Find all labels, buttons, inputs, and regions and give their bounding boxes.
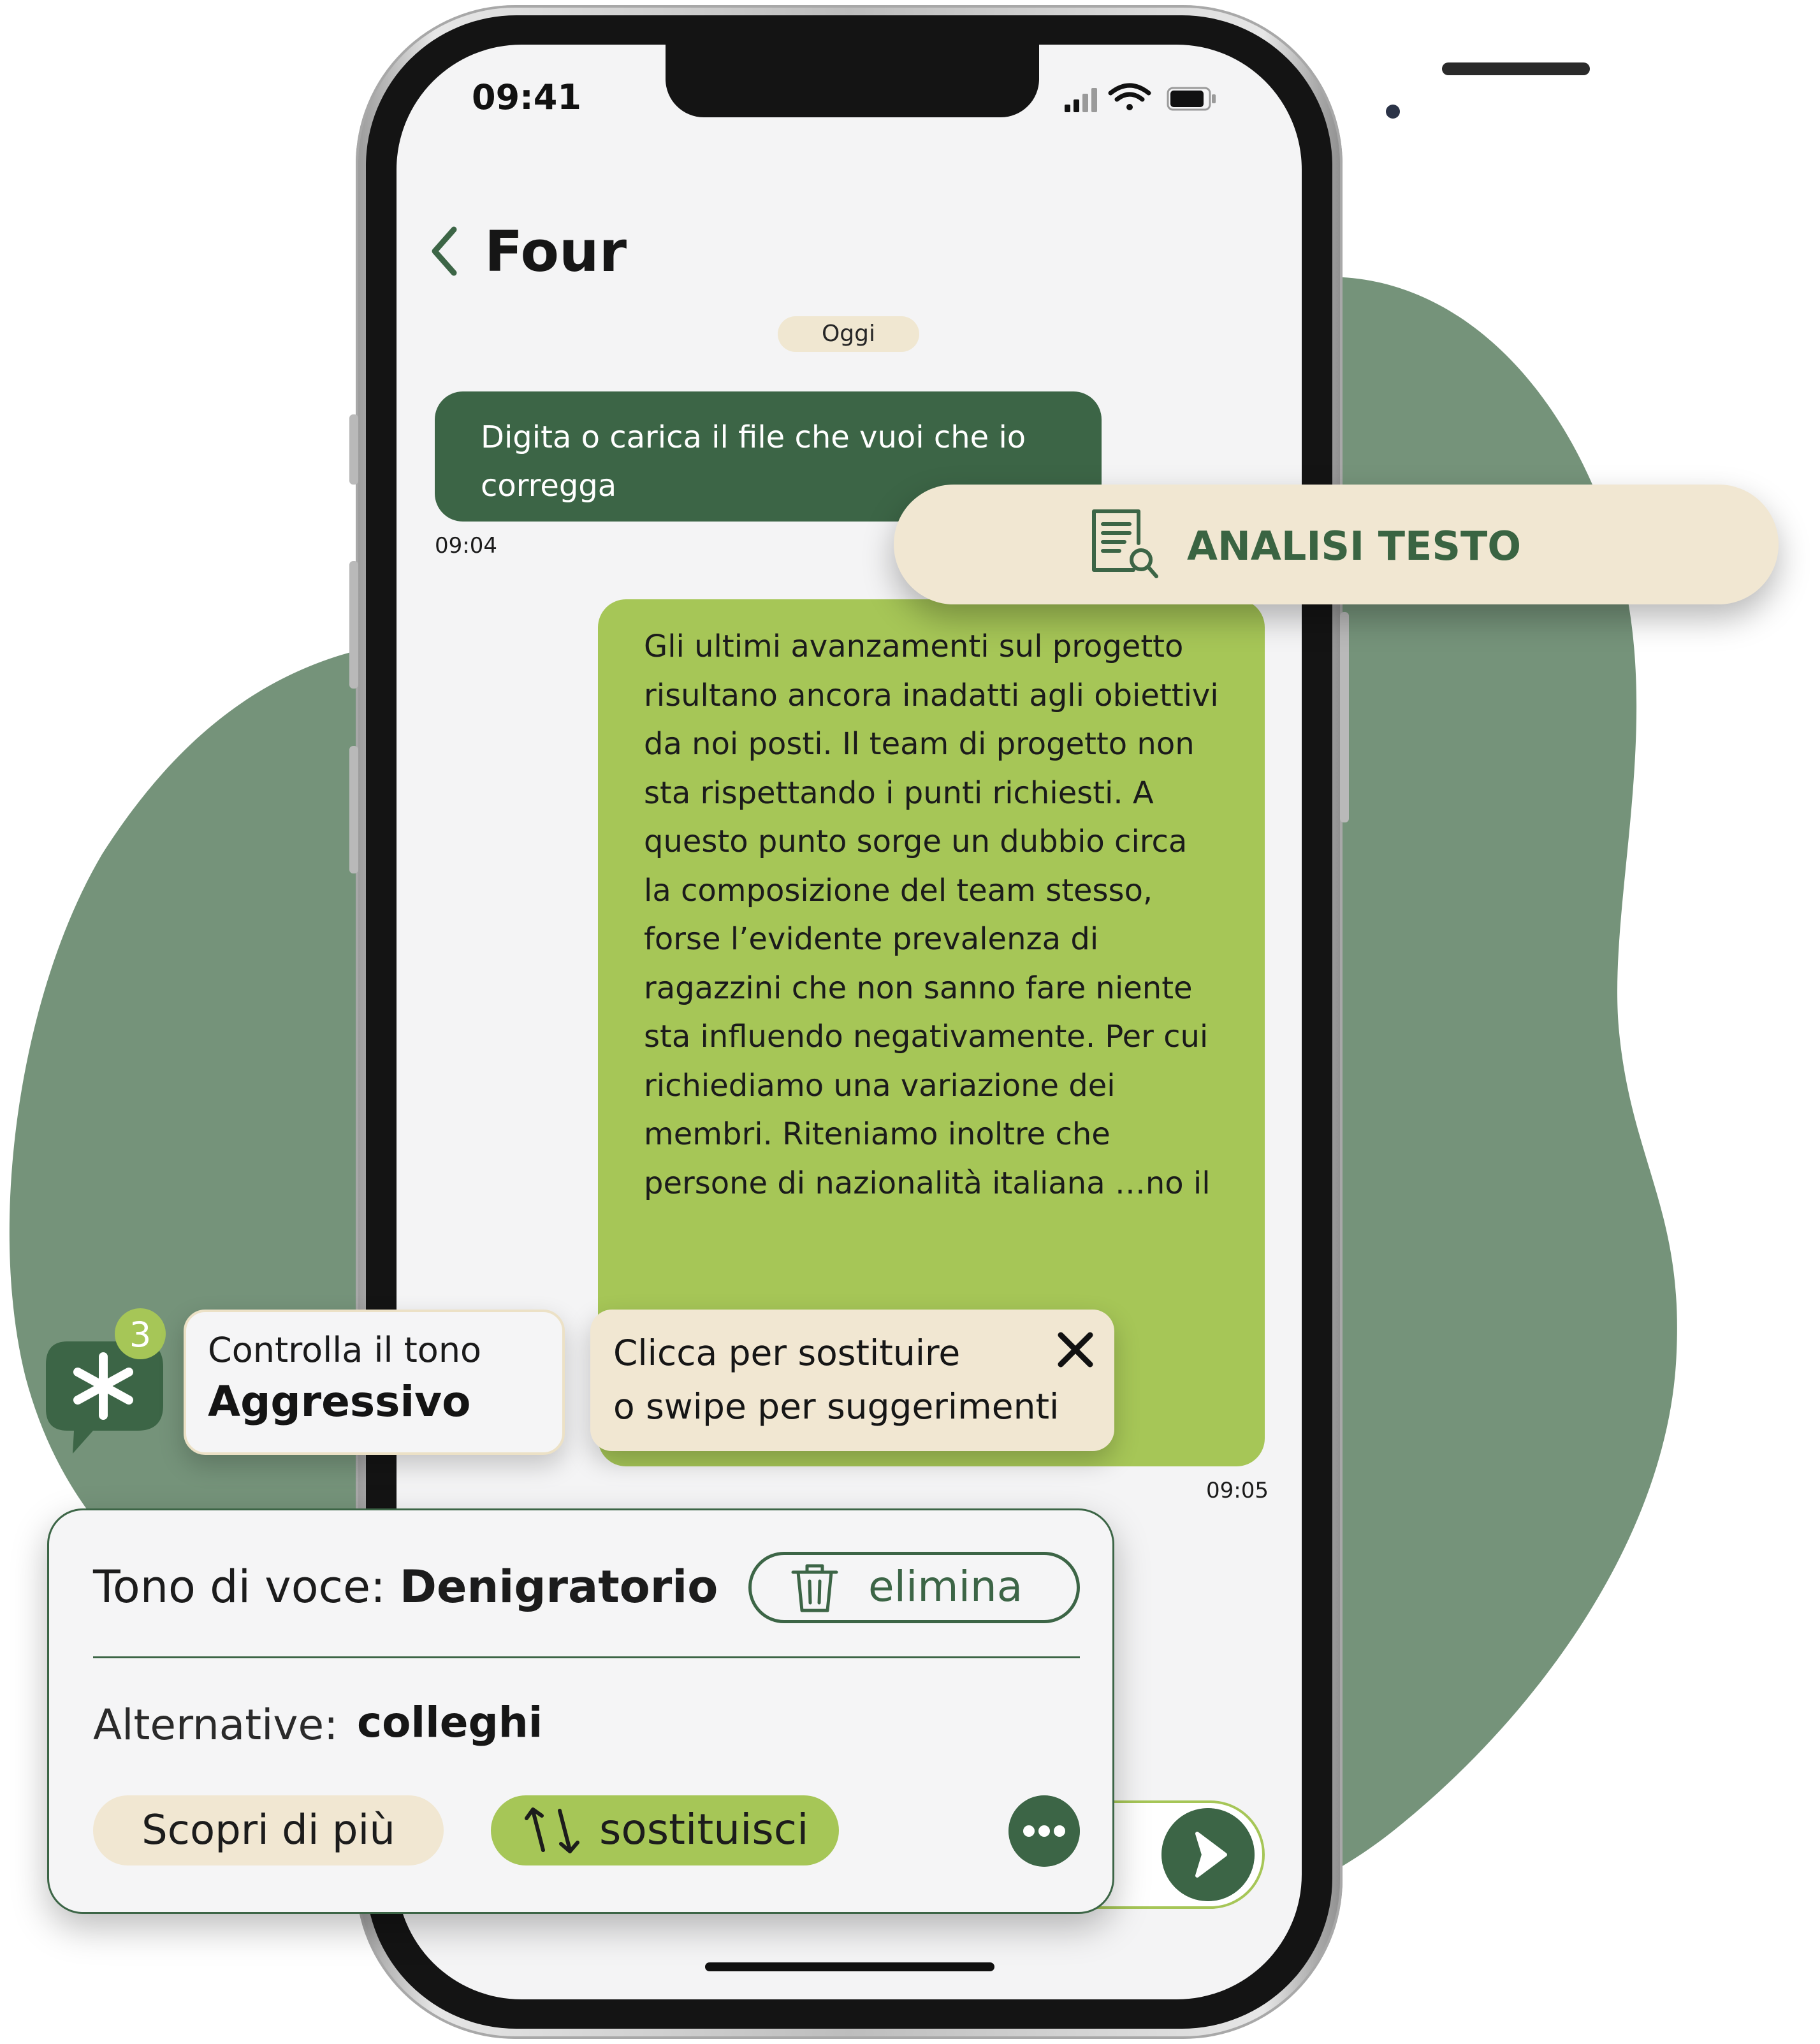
trash-icon (791, 1564, 838, 1612)
document-search-icon (1092, 509, 1158, 578)
swap-arrows-icon (525, 1807, 579, 1853)
more-options-button[interactable] (1008, 1795, 1080, 1867)
tone-badge-count: 3 (129, 1315, 151, 1355)
chat-title: Four (484, 219, 627, 284)
hint-line-2: o swipe per suggerimenti (613, 1386, 1059, 1427)
scopri-di-piu-button[interactable]: Scopri di più (93, 1795, 444, 1865)
close-icon[interactable] (1053, 1327, 1098, 1372)
outgoing-message-time: 09:05 (1206, 1478, 1269, 1503)
battery-icon (1167, 87, 1216, 111)
home-indicator[interactable] (705, 1962, 994, 1971)
earpiece-speaker (1442, 62, 1590, 75)
wifi-icon (1108, 83, 1151, 110)
analisi-testo-label: ANALISI TESTO (1187, 523, 1522, 569)
tone-of-voice-prefix: Tono di voce: (93, 1561, 400, 1613)
incoming-message-time: 09:04 (435, 533, 497, 558)
more-dots-icon (1023, 1825, 1065, 1837)
tone-check-label: Controlla il tono (208, 1330, 482, 1370)
tone-of-voice-value: Denigratorio (399, 1561, 718, 1613)
elimina-label: elimina (868, 1562, 1023, 1611)
phone-silent-switch (349, 414, 358, 485)
phone-volume-down (349, 746, 358, 873)
status-icons (1065, 83, 1216, 112)
date-separator: Oggi (778, 316, 919, 352)
chevron-left-icon[interactable] (428, 226, 460, 277)
asterisk-chat-icon[interactable]: 3 (42, 1303, 176, 1456)
notch (666, 42, 1590, 119)
alternatives-label: Alternative: (93, 1700, 339, 1749)
send-button[interactable] (1161, 1808, 1255, 1901)
sostituisci-label: sostituisci (599, 1805, 809, 1854)
phone-volume-up (349, 561, 358, 689)
tone-of-voice-title: Tono di voce: Denigratorio (93, 1552, 743, 1622)
panel-divider (93, 1656, 1080, 1658)
signal-icon (1065, 88, 1097, 112)
hint-line-1: Clicca per sostituire (613, 1332, 961, 1373)
status-time: 09:41 (472, 77, 581, 117)
phone-power-button (1340, 612, 1349, 822)
outgoing-message-text: Gli ultimi avanzamenti sul progetto risu… (644, 629, 1219, 1201)
tone-check-value: Aggressivo (208, 1377, 471, 1426)
alternative-value[interactable]: colleghi (357, 1691, 612, 1755)
front-camera (1386, 105, 1400, 119)
